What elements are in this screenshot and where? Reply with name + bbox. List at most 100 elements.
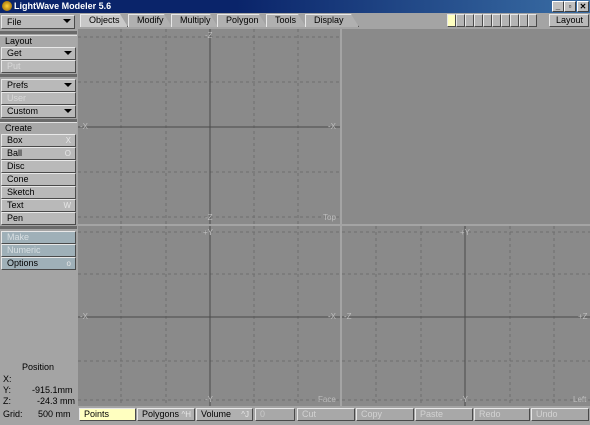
polygons-mode-button[interactable]: Polygons ^H	[137, 408, 195, 421]
chevron-down-icon	[64, 83, 72, 87]
viewport-face[interactable]: +Y -Y -X -X Face	[78, 226, 340, 406]
sketch-label: Sketch	[7, 187, 35, 197]
create-header: Create	[0, 122, 77, 134]
put-button[interactable]: Put	[1, 60, 76, 73]
volume-mode-button[interactable]: Volume ^J	[196, 408, 253, 421]
disc-label: Disc	[7, 161, 25, 171]
cut-button[interactable]: Cut	[297, 408, 355, 421]
left-view-label: Left	[573, 395, 587, 404]
text-button[interactable]: Text W	[1, 199, 76, 212]
top-right-label: -X	[328, 122, 336, 131]
copy-button[interactable]: Copy	[356, 408, 414, 421]
numeric-button[interactable]: Numeric	[1, 244, 76, 257]
layer-2-button[interactable]	[456, 14, 465, 27]
left-down-label: -Y	[460, 395, 468, 404]
ball-button[interactable]: Ball O	[1, 147, 76, 160]
layer-9-button[interactable]	[519, 14, 528, 27]
tab-tools[interactable]: Tools	[266, 14, 306, 27]
maximize-button[interactable]: ▫	[564, 1, 576, 12]
selection-count: 0	[255, 408, 295, 421]
grid-left	[342, 226, 590, 406]
title-bar: LightWave Modeler 5.6 _ ▫ ✕	[0, 0, 590, 13]
layer-10-button[interactable]	[528, 14, 537, 27]
window-title: LightWave Modeler 5.6	[14, 1, 112, 11]
z-value: -24.3 mm	[37, 396, 76, 406]
y-value: -915.1mm	[32, 385, 73, 395]
chevron-down-icon	[64, 109, 72, 113]
custom-button[interactable]: Custom	[1, 105, 76, 118]
x-label: X:	[3, 374, 12, 384]
file-menu-button[interactable]: File	[1, 15, 75, 29]
custom-label: Custom	[7, 106, 39, 116]
layer-3-button[interactable]	[465, 14, 474, 27]
face-left-label: -X	[80, 312, 88, 321]
grid-face	[78, 226, 340, 406]
points-mode-button[interactable]: Points	[79, 408, 136, 421]
ball-shortcut: O	[64, 149, 71, 158]
pen-button[interactable]: Pen	[1, 212, 76, 225]
left-up-label: +Y	[460, 228, 471, 237]
polygons-shortcut: ^H	[181, 410, 191, 419]
text-label: Text	[7, 200, 24, 210]
options-button[interactable]: Options o	[1, 257, 76, 270]
tab-multiply[interactable]: Multiply	[171, 14, 218, 27]
left-left-label: -Z	[344, 312, 352, 321]
options-label: Options	[7, 258, 39, 268]
layer-4-button[interactable]	[474, 14, 483, 27]
volume-shortcut: ^J	[241, 410, 249, 419]
grid-value: 500 mm	[38, 409, 71, 419]
top-down-label: -Z	[205, 213, 213, 222]
viewport-perspective[interactable]	[342, 29, 590, 224]
volume-label: Volume	[201, 409, 232, 419]
layer-1-button[interactable]	[447, 14, 456, 27]
layer-6-button[interactable]	[492, 14, 501, 27]
divider	[0, 31, 77, 34]
layout-switch-button[interactable]: Layout	[549, 14, 589, 27]
top-view-label: Top	[323, 213, 336, 222]
cone-label: Cone	[7, 174, 29, 184]
face-down-label: -Y	[205, 395, 213, 404]
position-title: Position	[22, 362, 55, 372]
viewport-top[interactable]: -Z -Z -X -X Top	[78, 29, 340, 224]
text-shortcut: W	[63, 201, 71, 210]
user-button[interactable]: User	[1, 92, 76, 105]
polygons-label: Polygons	[142, 409, 180, 419]
layer-5-button[interactable]	[483, 14, 492, 27]
left-right-label: +Z	[578, 312, 588, 321]
position-panel: Position X: Y: -915.1mm Z: -24.3 mm	[0, 360, 77, 406]
chevron-down-icon	[63, 19, 71, 23]
tab-objects[interactable]: Objects	[80, 14, 128, 27]
redo-button[interactable]: Redo	[474, 408, 530, 421]
z-label: Z:	[3, 396, 11, 406]
face-up-label: +Y	[203, 228, 214, 237]
app-icon	[2, 1, 12, 11]
cone-button[interactable]: Cone	[1, 173, 76, 186]
paste-button[interactable]: Paste	[415, 408, 473, 421]
tab-modify[interactable]: Modify	[128, 14, 172, 27]
top-left-label: -X	[80, 122, 88, 131]
tab-display[interactable]: Display	[305, 14, 359, 27]
sketch-button[interactable]: Sketch	[1, 186, 76, 199]
y-label: Y:	[3, 385, 12, 395]
make-button[interactable]: Make	[1, 231, 76, 244]
layer-8-button[interactable]	[510, 14, 519, 27]
box-button[interactable]: Box X	[1, 134, 76, 147]
minimize-button[interactable]: _	[552, 1, 564, 12]
chevron-down-icon	[64, 51, 72, 55]
file-label: File	[7, 17, 22, 27]
box-label: Box	[7, 135, 23, 145]
prefs-button[interactable]: Prefs	[1, 79, 76, 92]
layout-header: Layout	[0, 35, 77, 47]
pen-label: Pen	[7, 213, 24, 223]
disc-button[interactable]: Disc	[1, 160, 76, 173]
undo-button[interactable]: Undo	[531, 408, 589, 421]
top-up-label: -Z	[205, 31, 213, 40]
layer-7-button[interactable]	[501, 14, 510, 27]
viewport-left[interactable]: +Y -Y -Z +Z Left	[342, 226, 590, 406]
grid-top	[78, 29, 340, 224]
tab-polygon[interactable]: Polygon	[217, 14, 267, 27]
get-button[interactable]: Get	[1, 47, 76, 60]
close-button[interactable]: ✕	[577, 1, 589, 12]
grid-label: Grid:	[3, 409, 23, 419]
box-shortcut: X	[65, 136, 71, 145]
